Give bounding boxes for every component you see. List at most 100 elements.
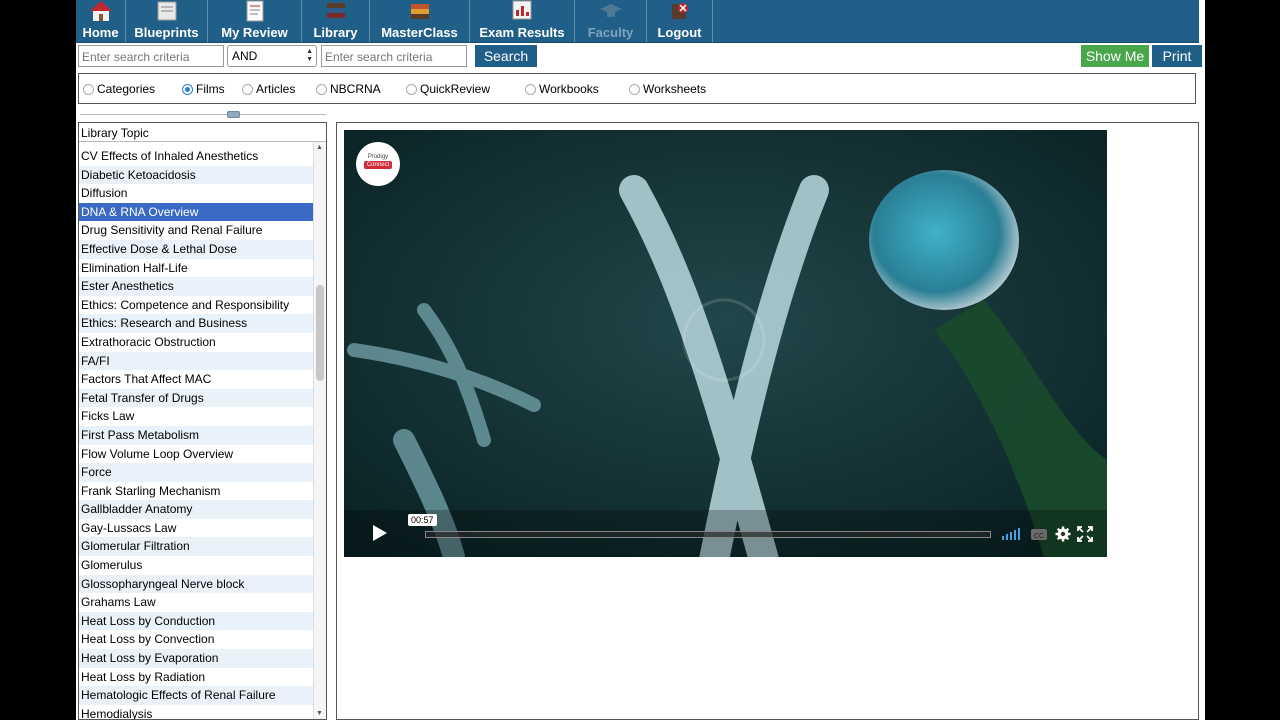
logout-icon: [671, 3, 688, 19]
radio-indicator: [525, 83, 536, 95]
nav-label-my-review: My Review: [221, 25, 288, 40]
nav-home[interactable]: Home: [76, 0, 126, 42]
content-type-filter: Categories Films Articles NBCRNA QuickRe…: [78, 73, 1196, 104]
radio-nbcrna[interactable]: NBCRNA: [316, 82, 381, 96]
print-button[interactable]: Print: [1152, 45, 1202, 67]
radio-label-nbcrna: NBCRNA: [330, 82, 381, 96]
blueprints-icon: [157, 1, 176, 21]
topic-list-item[interactable]: CV Effects of Inhaled Anesthetics: [79, 147, 314, 166]
nav-masterclass[interactable]: MasterClass: [370, 0, 470, 42]
radio-indicator-selected: [182, 83, 193, 95]
search-input-2[interactable]: Enter search criteria: [321, 45, 467, 67]
topic-list-item[interactable]: DNA & RNA Overview: [79, 202, 314, 222]
topic-list-item[interactable]: Frank Starling Mechanism: [79, 482, 314, 501]
radio-workbooks[interactable]: Workbooks: [525, 82, 599, 96]
library-topic-panel: Library Topic CV Effects of Inhaled Anes…: [78, 122, 327, 720]
search-input-1[interactable]: Enter search criteria: [78, 45, 224, 67]
topic-list-item[interactable]: Diffusion: [79, 184, 314, 203]
closed-captions-icon[interactable]: CC: [1030, 526, 1048, 542]
radio-label-worksheets: Worksheets: [643, 82, 707, 96]
settings-gear-icon[interactable]: [1055, 526, 1071, 542]
svg-text:CC: CC: [1034, 533, 1044, 540]
topic-list-item[interactable]: Glomerulus: [79, 556, 314, 575]
radio-label-articles: Articles: [256, 82, 296, 96]
volume-icon[interactable]: [1001, 526, 1021, 542]
home-icon: [89, 1, 112, 21]
books-icon: [326, 3, 345, 18]
nav-label-library: Library: [313, 25, 358, 40]
radio-categories[interactable]: Categories: [83, 82, 155, 96]
radio-indicator: [629, 83, 640, 95]
panel-splitter-track: [80, 114, 326, 115]
scroll-up-icon[interactable]: ▲: [316, 144, 323, 151]
radio-indicator: [316, 83, 327, 95]
fullscreen-icon[interactable]: [1077, 526, 1093, 542]
review-icon: [246, 0, 263, 22]
topic-list-scrollbar[interactable]: ▲ ▼: [313, 142, 326, 719]
video-progress-bar[interactable]: [425, 531, 991, 538]
nav-faculty[interactable]: Faculty: [575, 0, 647, 42]
scrollbar-thumb[interactable]: [316, 285, 324, 381]
scroll-down-icon[interactable]: ▼: [316, 710, 323, 717]
logo-text: Prodigy: [367, 154, 389, 160]
topic-list-item[interactable]: Ethics: Research and Business: [79, 314, 314, 333]
nav-label-exam-results: Exam Results: [479, 25, 565, 40]
topic-list-item[interactable]: FA/FI: [79, 351, 314, 371]
search-bar: Enter search criteria AND ▲ ▼ Enter searc…: [76, 44, 1205, 70]
video-player[interactable]: Prodigy Connect 00:57 CC: [344, 130, 1107, 557]
topic-list-item[interactable]: Gallbladder Anatomy: [79, 500, 314, 519]
topic-list-item[interactable]: Heat Loss by Convection: [79, 630, 314, 649]
topic-list-item[interactable]: Heat Loss by Conduction: [79, 611, 314, 631]
topic-list-item[interactable]: Factors That Affect MAC: [79, 370, 314, 389]
radio-quickreview[interactable]: QuickReview: [406, 82, 490, 96]
nav-label-home: Home: [82, 25, 119, 40]
radio-label-workbooks: Workbooks: [539, 82, 599, 96]
topic-list-item[interactable]: Effective Dose & Lethal Dose: [79, 239, 314, 259]
topic-list: CV Effects of Inhaled Anesthetics Diabeti…: [79, 147, 314, 719]
video-frame-image: [344, 130, 1107, 557]
topic-list-item[interactable]: Hematologic Effects of Renal Failure: [79, 686, 314, 705]
topic-list-item[interactable]: Heat Loss by Radiation: [79, 668, 314, 687]
nav-label-logout: Logout: [657, 25, 702, 40]
topic-list-item[interactable]: Drug Sensitivity and Renal Failure: [79, 221, 314, 240]
app-page: Home Blueprints My Review Library Master…: [76, 0, 1205, 720]
topic-list-item[interactable]: Diabetic Ketoacidosis: [79, 165, 314, 185]
radio-indicator: [242, 83, 253, 95]
nav-my-review[interactable]: My Review: [208, 0, 302, 42]
logo-tag: Connect: [363, 161, 393, 169]
radio-films[interactable]: Films: [182, 82, 225, 96]
faculty-icon: [599, 4, 622, 17]
radio-articles[interactable]: Articles: [242, 82, 295, 96]
topic-list-item[interactable]: Gay-Lussacs Law: [79, 519, 314, 538]
nav-logout[interactable]: Logout: [647, 0, 713, 42]
play-icon[interactable]: [368, 522, 390, 544]
nav-label-masterclass: MasterClass: [381, 25, 458, 40]
radio-label-films: Films: [196, 82, 225, 96]
masterclass-icon: [410, 4, 429, 19]
topic-list-item[interactable]: Ficks Law: [79, 407, 314, 426]
topic-list-item[interactable]: Fetal Transfer of Drugs: [79, 388, 314, 408]
topic-list-item[interactable]: Glossopharyngeal Nerve block: [79, 574, 314, 594]
operator-select-value: AND: [232, 49, 258, 63]
operator-select[interactable]: AND ▲ ▼: [227, 45, 317, 67]
topic-list-item[interactable]: Glomerular Filtration: [79, 537, 314, 557]
topic-list-item[interactable]: Extrathoracic Obstruction: [79, 333, 314, 352]
topic-list-item[interactable]: Grahams Law: [79, 593, 314, 612]
topic-list-item[interactable]: Heat Loss by Evaporation: [79, 649, 314, 668]
show-me-button[interactable]: Show Me: [1081, 45, 1149, 67]
topic-list-item[interactable]: Force: [79, 463, 314, 482]
topic-list-item[interactable]: Hemodialysis: [79, 705, 314, 719]
topic-list-item[interactable]: Elimination Half-Life: [79, 259, 314, 278]
nav-exam-results[interactable]: Exam Results: [470, 0, 575, 42]
topic-list-item[interactable]: Ethics: Competence and Responsibility: [79, 296, 314, 315]
panel-splitter-handle[interactable]: [227, 111, 240, 118]
nav-library[interactable]: Library: [302, 0, 370, 42]
radio-label-categories: Categories: [97, 82, 156, 96]
topic-list-item[interactable]: Ester Anesthetics: [79, 277, 314, 296]
nav-label-blueprints: Blueprints: [134, 25, 199, 40]
search-button[interactable]: Search: [475, 45, 537, 67]
topic-list-item[interactable]: Flow Volume Loop Overview: [79, 445, 314, 464]
topic-list-item[interactable]: First Pass Metabolism: [79, 425, 314, 445]
nav-blueprints[interactable]: Blueprints: [126, 0, 208, 42]
radio-worksheets[interactable]: Worksheets: [629, 82, 706, 96]
